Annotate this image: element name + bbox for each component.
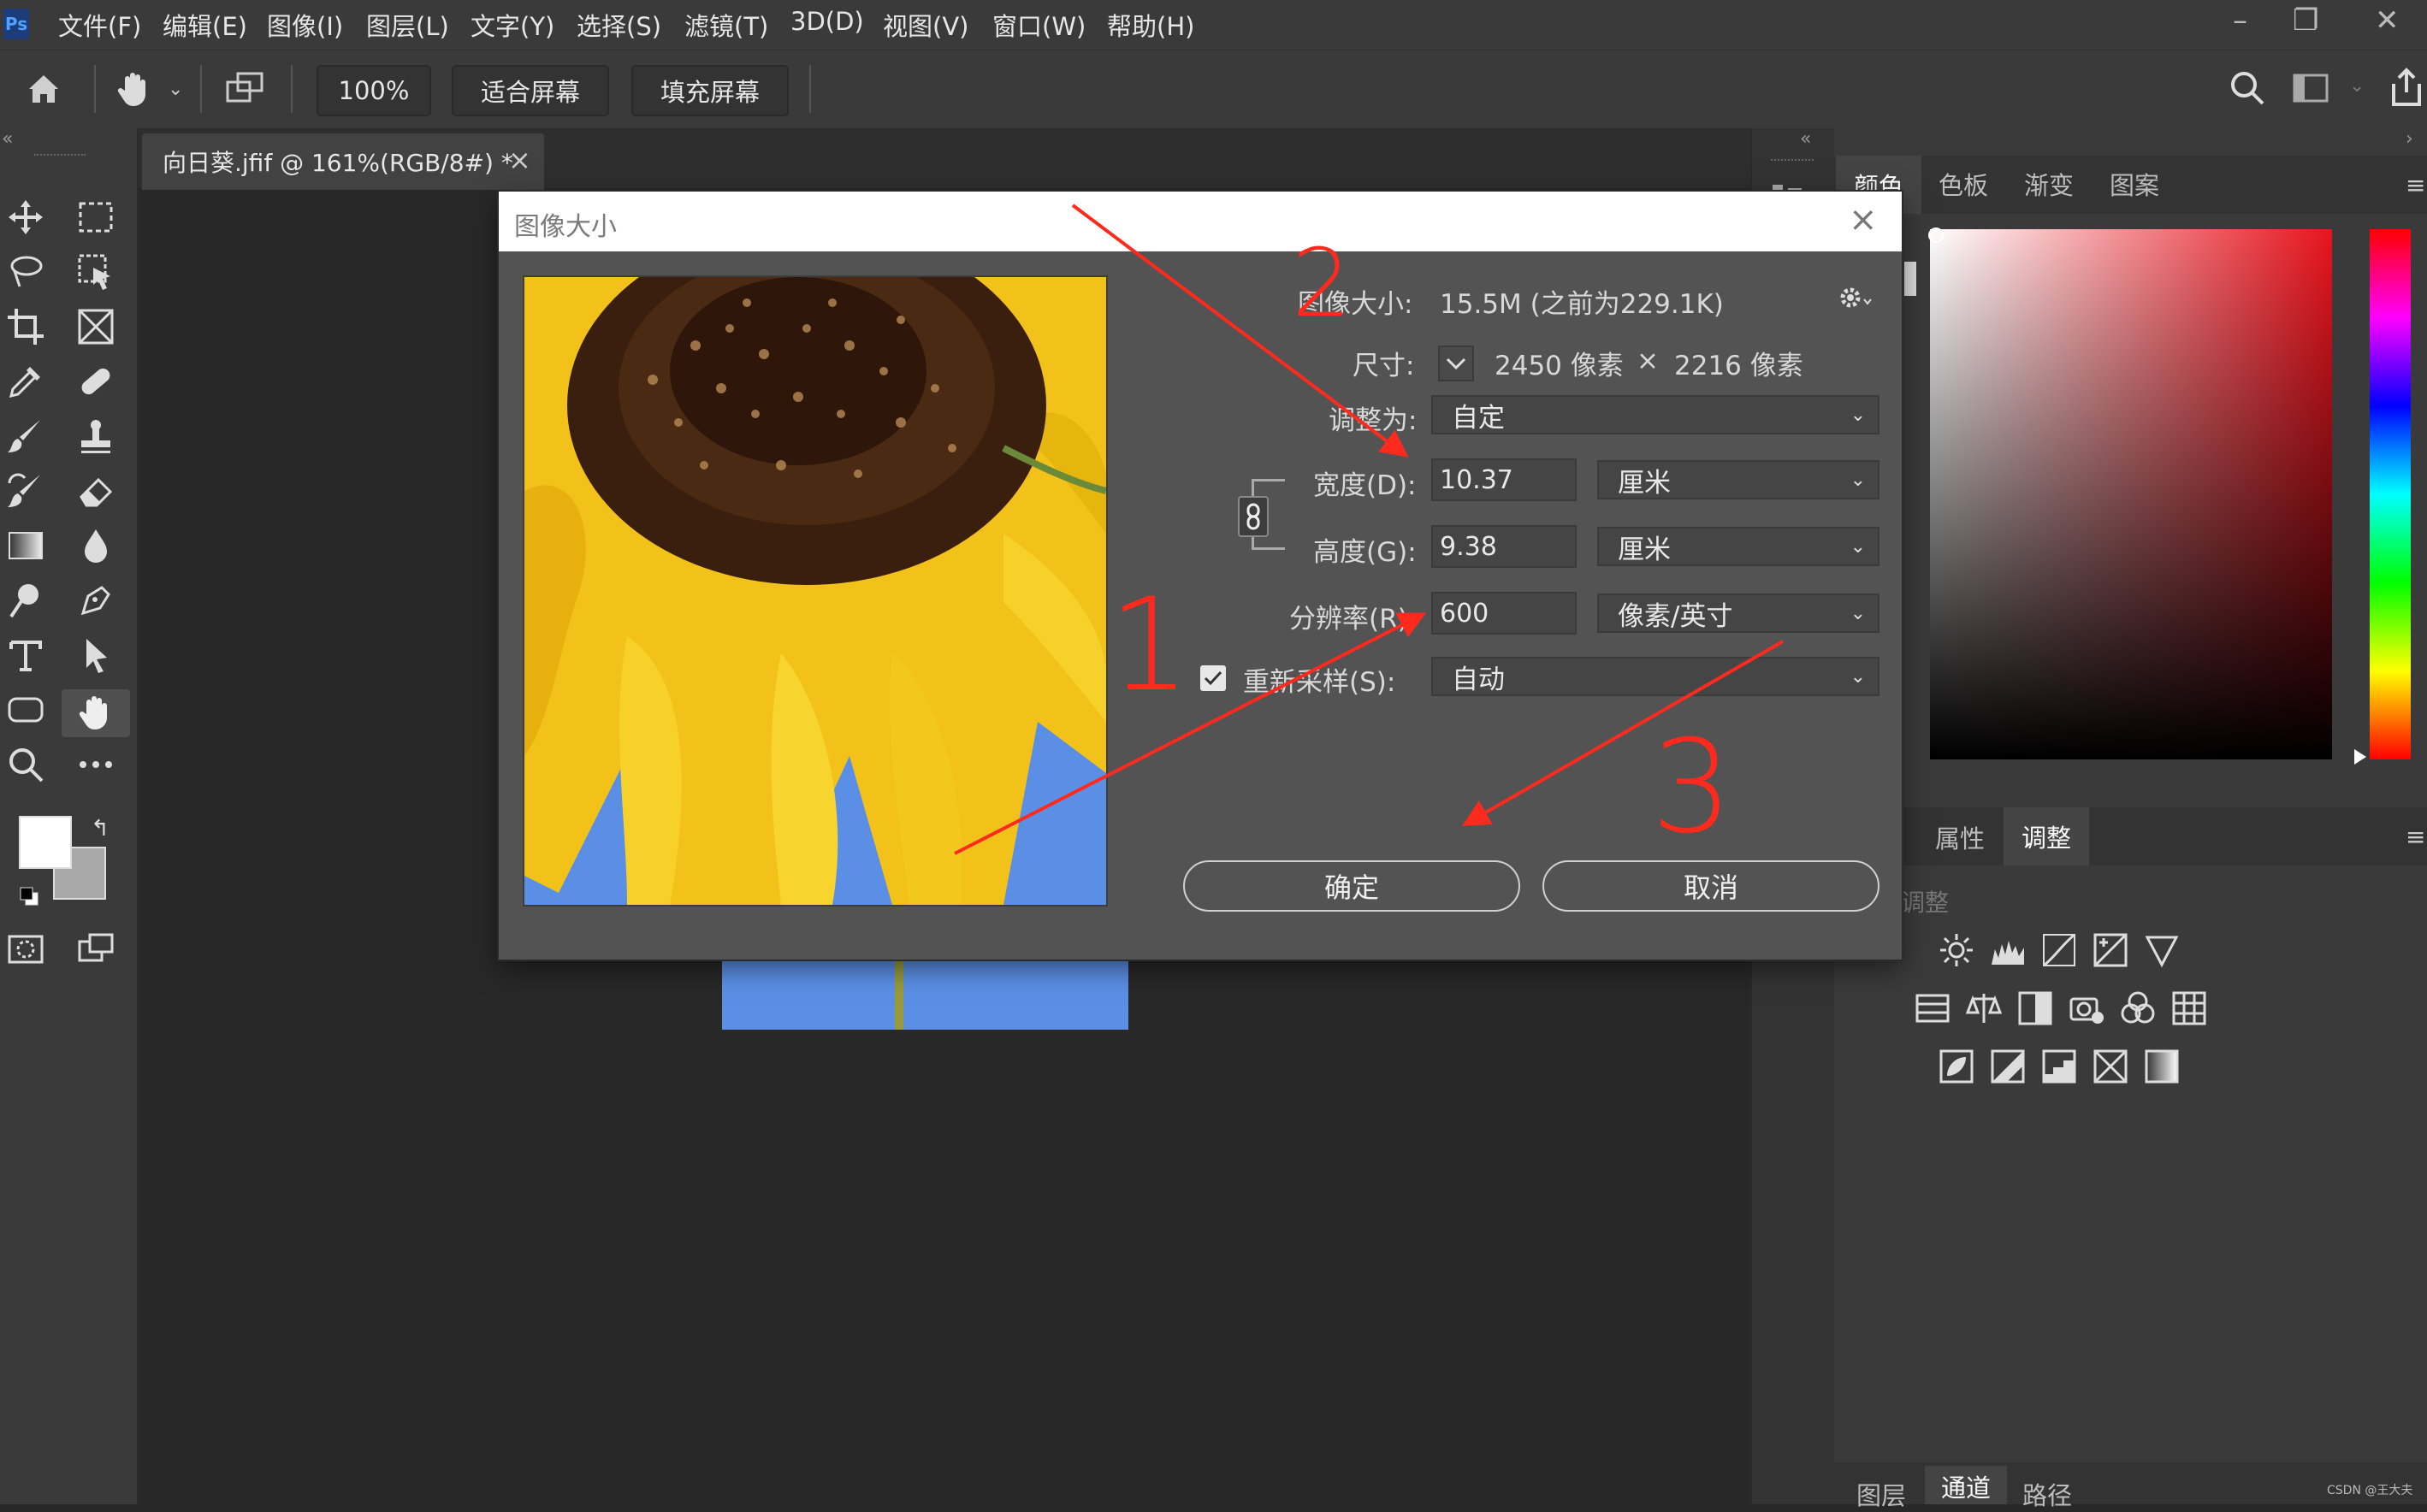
annotation-number-3: 3 (1651, 713, 1733, 862)
annotation-number-2: 2 (1292, 228, 1352, 338)
annotation-overlay (954, 204, 1784, 855)
annotation-arrow-2 (1071, 204, 1409, 458)
annotation-number-1: 1 (1109, 571, 1191, 720)
annotation-arrow-3 (1462, 640, 1784, 826)
